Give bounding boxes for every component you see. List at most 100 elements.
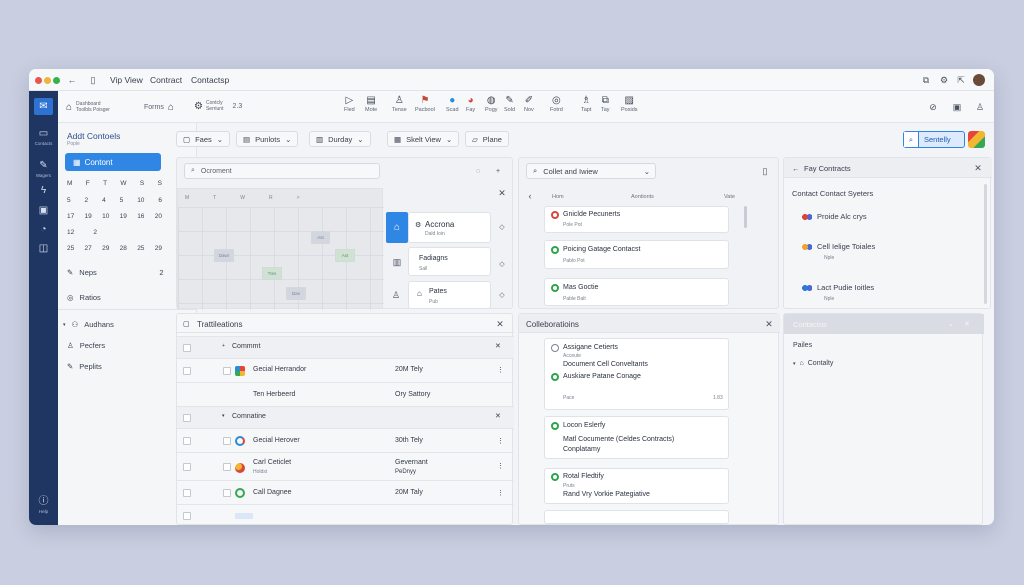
close-icon[interactable]: ✕ (495, 342, 501, 350)
collab-card[interactable]: Rotal Fledtify Pruts Rand Vry Vorkie Pat… (544, 468, 729, 504)
collab-card[interactable] (544, 510, 729, 524)
contact-card[interactable]: Gniclde Pecunerts Pole Pot (544, 206, 729, 233)
diamond-icon[interactable]: ◇ (497, 222, 507, 232)
scrollbar[interactable] (984, 184, 987, 304)
blue-circle-icon[interactable]: ● (449, 95, 455, 106)
calendar-day[interactable]: 16 (137, 213, 144, 220)
close-icon[interactable]: ✕ (764, 320, 774, 329)
play-icon[interactable]: ▷ (346, 95, 354, 106)
home-icon[interactable]: ⌂ (66, 102, 72, 113)
pen-icon[interactable]: ✎ (505, 95, 513, 106)
table-row[interactable] (177, 504, 514, 525)
calendar-day[interactable]: 10 (102, 213, 109, 220)
maximize-window-button[interactable] (53, 77, 60, 84)
calendar-day[interactable]: 17 (67, 213, 74, 220)
row-checkbox[interactable] (223, 437, 231, 445)
row-checkbox[interactable] (183, 414, 191, 422)
options-icon[interactable]: ◌ (473, 166, 483, 176)
table-row[interactable]: Carl Ceticlet Holdst Gevernant PeDnyy ⋮ (177, 452, 514, 480)
calendar-day[interactable]: 5 (67, 197, 71, 204)
minimize-window-button[interactable] (44, 77, 51, 84)
lamp-icon[interactable]: ♗ (582, 95, 591, 106)
pay-item[interactable]: Proide Alc crys (802, 212, 867, 221)
close-icon[interactable]: ✕ (495, 412, 501, 420)
sidebar-item-peplits[interactable]: ✎ Peplits (67, 362, 102, 371)
calendar-day[interactable]: 25 (137, 245, 144, 252)
filter-dropdown[interactable]: ▱ Plane (465, 131, 509, 147)
chevron-left-icon[interactable]: ‹ (526, 191, 534, 200)
filter-dropdown[interactable]: ▦ Skelt View ⌄ (387, 131, 460, 147)
calendar-day[interactable]: 2 (93, 229, 97, 236)
calendar-day[interactable]: 25 (67, 245, 74, 252)
filter-dropdown[interactable]: ▤ Punlots ⌄ (236, 131, 299, 147)
collab-card[interactable]: Locon Eslerfy Matl Cocumente (Celdes Con… (544, 416, 729, 459)
person-icon[interactable]: ♙ (395, 95, 404, 106)
search-button[interactable]: ⌕ Sentelly (903, 131, 965, 148)
calendar-day[interactable]: 29 (155, 245, 162, 252)
table-row[interactable]: Call Dagnee 20M Taly ⋮ (177, 480, 514, 504)
trash-icon[interactable]: ◫ (29, 244, 58, 254)
calendar-event[interactable]: Ast (335, 249, 355, 262)
pay-item[interactable]: Cell Ielige Toiales (802, 242, 875, 251)
colorful-app-icon[interactable] (968, 131, 985, 148)
minimize-icon[interactable]: ⌄ (948, 320, 954, 328)
sidebar-item-ratios[interactable]: ◎ Ratios (67, 293, 101, 302)
back-arrow-icon[interactable]: ← (67, 75, 77, 85)
doc-icon[interactable]: ▤ (366, 95, 375, 106)
diamond-icon[interactable]: ◇ (497, 259, 507, 269)
calendar-day[interactable]: 12 (67, 229, 74, 236)
globe-icon[interactable]: ◍ (487, 95, 496, 106)
calendar-day[interactable]: 5 (120, 197, 124, 204)
group-row[interactable]: ▾ Comnatine ✕ (177, 406, 514, 428)
group-row[interactable]: + Commmt ✕ (177, 336, 514, 358)
close-icon[interactable]: ✕ (495, 320, 505, 329)
calendar-search-input[interactable]: ⌕ Ocroment (184, 163, 380, 179)
toolbar-label[interactable]: 2.3 (232, 103, 242, 110)
calendar-day[interactable]: 19 (85, 213, 92, 220)
sidebar-item-audhans[interactable]: ▾ ⚇ Audhans › (63, 320, 189, 329)
link-icon[interactable]: ⊘ (928, 102, 938, 112)
calendar-day[interactable]: 29 (102, 245, 109, 252)
calendar-day[interactable]: 19 (120, 213, 127, 220)
card-icon[interactable]: ▣ (952, 102, 962, 112)
table-row[interactable]: Ten Herbeerd Ory Sattory (177, 382, 514, 406)
calendar-day[interactable]: 20 (155, 213, 162, 220)
scrollbar[interactable] (744, 206, 747, 228)
row-checkbox[interactable] (223, 489, 231, 497)
toolbar-label[interactable]: Forms (144, 104, 164, 111)
copy-icon[interactable]: ⧉ (602, 95, 609, 106)
calendar-event[interactable]: Dav (286, 287, 306, 300)
app-logo[interactable]: ✉ (34, 98, 53, 115)
calendar-day[interactable]: 6 (158, 197, 162, 204)
calendar-day[interactable]: 27 (85, 245, 92, 252)
diamond-icon[interactable]: ◇ (497, 290, 507, 300)
bell-icon[interactable]: ◔ (29, 225, 58, 235)
person-icon[interactable]: ♙ (975, 102, 985, 112)
row-checkbox[interactable] (223, 463, 231, 471)
settings-icon[interactable]: ⚙ (939, 75, 949, 85)
close-window-button[interactable] (35, 77, 42, 84)
pen-icon[interactable]: ✐ (525, 95, 533, 106)
more-vertical-icon[interactable]: ⋮ (497, 462, 504, 470)
lock-icon[interactable]: ⌂ (386, 212, 408, 243)
more-vertical-icon[interactable]: ⋮ (497, 437, 504, 445)
collect-dropdown[interactable]: ⌕ Collet and Iwiew ⌄ (526, 163, 656, 179)
add-icon[interactable]: + (493, 166, 503, 176)
row-checkbox[interactable] (183, 367, 191, 375)
event-card[interactable]: ⚙ Accrona Dald Ioin (408, 212, 491, 243)
pin-icon[interactable]: ✎ (29, 161, 58, 171)
row-checkbox[interactable] (183, 344, 191, 352)
sidebar-item-pecfers[interactable]: ♙ Pecfers › (67, 341, 187, 350)
calendar-day[interactable]: 10 (137, 197, 144, 204)
avatar[interactable] (973, 74, 985, 86)
calendar-grid[interactable]: M T W R > Ast Dawr Ast Ttes Dav (177, 188, 384, 310)
more-vertical-icon[interactable]: ⋮ (497, 489, 504, 497)
row-checkbox[interactable] (183, 512, 191, 520)
gear-icon[interactable]: ⚙ (194, 101, 203, 112)
more-vertical-icon[interactable]: ⋮ (497, 366, 504, 374)
contact-card[interactable]: Mas Goctie Pable Balt (544, 278, 729, 306)
calendar-event[interactable]: Ttes (262, 267, 282, 280)
google-icon[interactable]: ◕ (468, 95, 474, 106)
document-icon[interactable]: ▯ (760, 166, 770, 176)
close-icon[interactable]: ✕ (964, 320, 970, 328)
